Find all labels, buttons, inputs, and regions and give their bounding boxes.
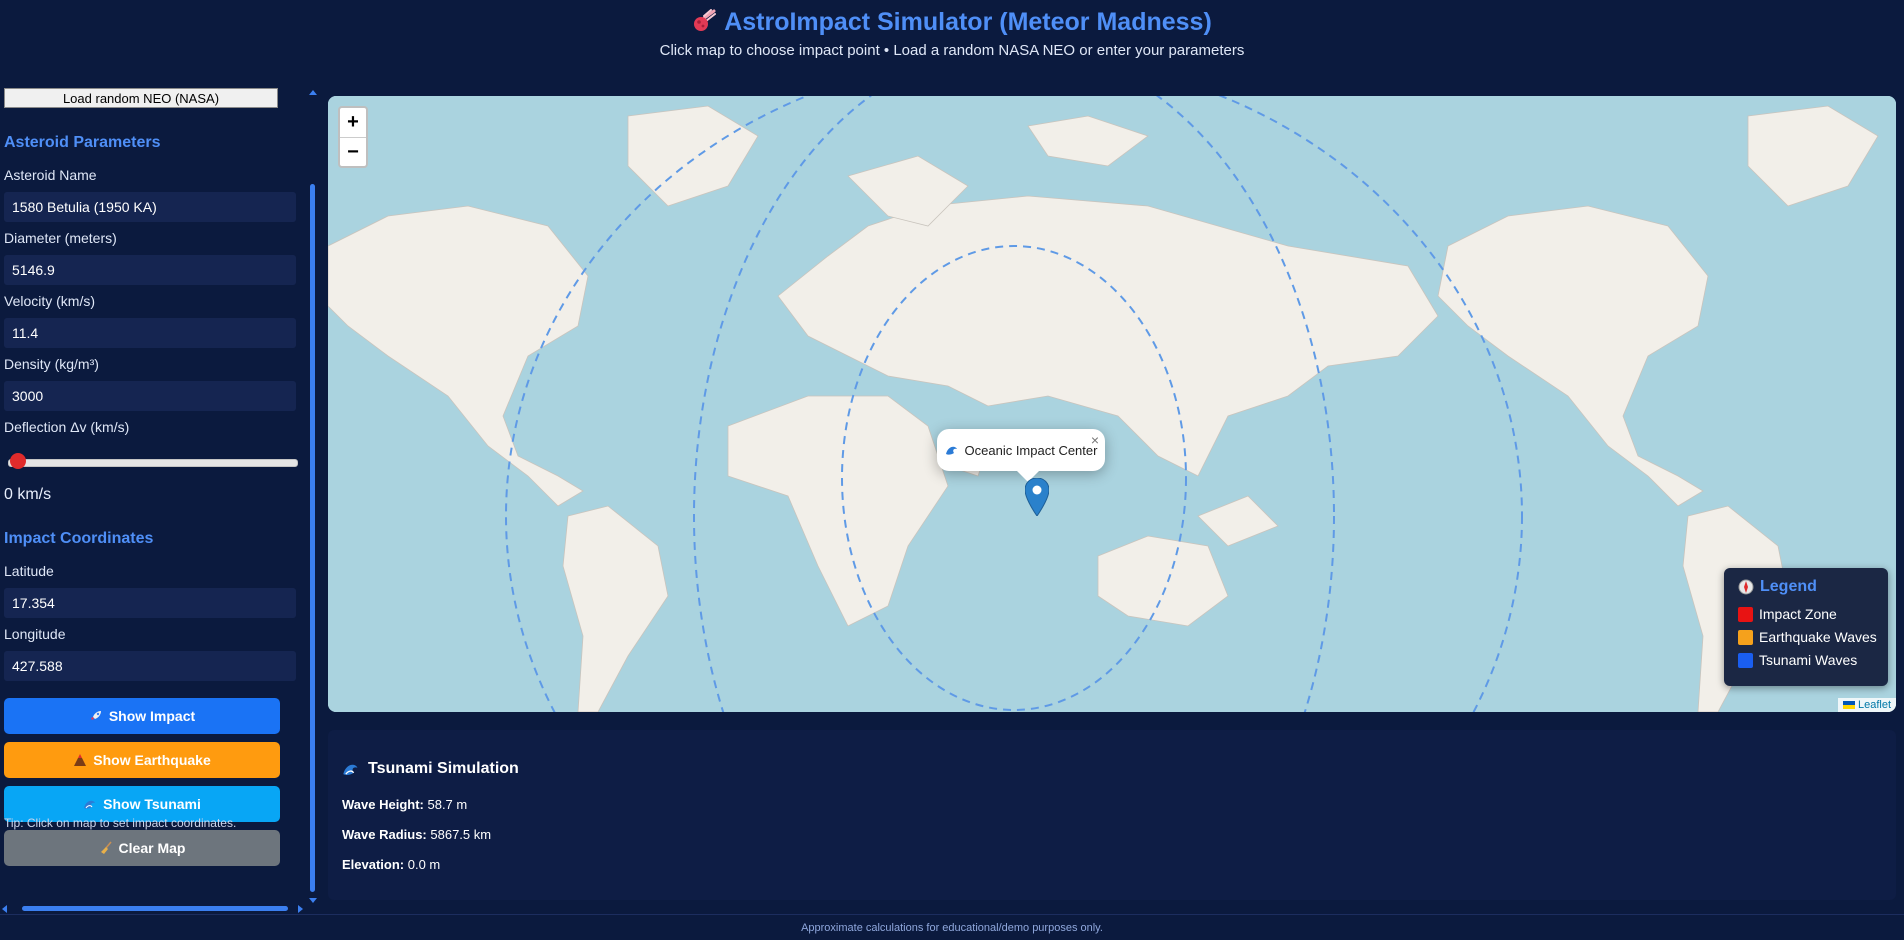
wave-icon [945, 446, 957, 455]
world-map-tiles[interactable] [328, 96, 1896, 712]
diameter-input[interactable]: 5146.9 [4, 255, 296, 285]
sidebar-horizontal-scrollbar[interactable] [0, 903, 308, 913]
clear-map-button[interactable]: Clear Map [4, 830, 280, 866]
show-earthquake-label: Show Earthquake [93, 752, 211, 768]
deflection-slider-thumb[interactable] [10, 453, 26, 469]
density-label: Density (kg/m³) [4, 356, 99, 372]
velocity-label: Velocity (km/s) [4, 293, 96, 309]
popup-close-button[interactable]: × [1091, 432, 1099, 448]
map-attribution[interactable]: Leaflet [1837, 698, 1896, 712]
wave-height-row: Wave Height: 58.7 m [342, 797, 467, 812]
results-title: Tsunami Simulation [342, 760, 519, 778]
wave-radius-row: Wave Radius: 5867.5 km [342, 827, 491, 842]
clear-map-label: Clear Map [118, 840, 186, 856]
elevation-row: Elevation: 0.0 m [342, 857, 440, 872]
popup-text: Oceanic Impact Center [964, 442, 1098, 458]
map-legend: Legend Impact Zone Earthquake Waves Tsun… [1724, 568, 1888, 686]
show-earthquake-button[interactable]: Show Earthquake [4, 742, 280, 778]
app-title-text: AstroImpact Simulator (Meteor Madness) [724, 8, 1212, 36]
deflection-slider-track[interactable] [8, 459, 298, 467]
velocity-input[interactable]: 11.4 [4, 318, 296, 348]
wave-radius-value: 5867.5 km [430, 827, 492, 842]
app-subtitle: Click map to choose impact point • Load … [659, 42, 1245, 59]
legend-title-text: Legend [1760, 578, 1817, 595]
show-tsunami-label: Show Tsunami [103, 796, 201, 812]
footer-note: Approximate calculations for educational… [801, 922, 1103, 934]
asteroid-parameters-heading: Asteroid Parameters [4, 134, 161, 151]
broom-icon [100, 841, 112, 854]
legend-item-impact-zone: Impact Zone [1738, 606, 1837, 622]
ukraine-flag-icon [1842, 701, 1855, 709]
scroll-up-arrow-icon[interactable] [309, 90, 317, 95]
latitude-label: Latitude [4, 563, 54, 579]
load-random-neo-button[interactable]: Load random NEO (NASA) [4, 88, 278, 108]
sidebar-vertical-scrollbar[interactable] [308, 88, 318, 904]
app-header: AstroImpact Simulator (Meteor Madness) C… [0, 0, 1904, 88]
wave-radius-label: Wave Radius: [342, 827, 427, 842]
zoom-in-button[interactable]: + [340, 108, 366, 138]
results-panel: Tsunami Simulation Wave Height: 58.7 m W… [328, 730, 1896, 900]
scroll-left-arrow-icon[interactable] [2, 905, 7, 913]
meteor-icon [694, 9, 717, 31]
asteroid-name-label: Asteroid Name [4, 167, 97, 183]
wave-height-label: Wave Height: [342, 797, 424, 812]
map-marker-icon[interactable] [1025, 478, 1049, 516]
longitude-input[interactable]: 427.588 [4, 651, 296, 681]
deflection-value: 0 km/s [4, 486, 52, 503]
footer-divider [0, 914, 1904, 915]
rocket-icon [90, 711, 101, 720]
leaflet-link[interactable]: Leaflet [1858, 699, 1891, 711]
show-impact-button[interactable]: Show Impact [4, 698, 280, 734]
legend-label-tsunami: Tsunami Waves [1759, 652, 1858, 668]
wave-icon [84, 800, 96, 809]
legend-label-earthquake: Earthquake Waves [1759, 629, 1877, 645]
asteroid-name-input[interactable]: 1580 Betulia (1950 KA) [4, 192, 296, 222]
wave-icon [343, 764, 358, 775]
vertical-scroll-thumb[interactable] [310, 184, 315, 892]
legend-swatch-tsunami [1738, 652, 1753, 668]
results-title-text: Tsunami Simulation [368, 760, 519, 777]
density-input[interactable]: 3000 [4, 381, 296, 411]
scroll-right-arrow-icon[interactable] [298, 905, 303, 913]
legend-item-earthquake-waves: Earthquake Waves [1738, 629, 1877, 645]
legend-label-impact: Impact Zone [1759, 606, 1837, 622]
show-impact-label: Show Impact [108, 708, 196, 724]
legend-title: Legend [1738, 578, 1817, 596]
elevation-value: 0.0 m [407, 857, 441, 872]
legend-swatch-impact [1738, 606, 1753, 622]
latitude-input[interactable]: 17.354 [4, 588, 296, 618]
impact-popup: Oceanic Impact Center × [937, 429, 1105, 471]
legend-swatch-earthquake [1738, 629, 1753, 645]
zoom-control: + − [338, 106, 368, 168]
legend-item-tsunami-waves: Tsunami Waves [1738, 652, 1857, 668]
sidebar: Load random NEO (NASA) Asteroid Paramete… [0, 88, 318, 913]
impact-coordinates-heading: Impact Coordinates [4, 530, 154, 547]
sidebar-tip: Tip: Click on map to set impact coordina… [4, 816, 237, 830]
zoom-out-button[interactable]: − [340, 138, 366, 167]
volcano-icon [74, 754, 87, 766]
app-title: AstroImpact Simulator (Meteor Madness) [0, 8, 1904, 37]
wave-height-value: 58.7 m [427, 797, 468, 812]
impact-map[interactable]: + − Oceanic Impact Center × Legend Impac… [328, 96, 1896, 712]
longitude-label: Longitude [4, 626, 66, 642]
deflection-label: Deflection Δv (km/s) [4, 419, 130, 435]
scroll-down-arrow-icon[interactable] [309, 898, 317, 903]
compass-icon [1738, 579, 1754, 595]
horizontal-scroll-thumb[interactable] [22, 906, 288, 911]
elevation-label: Elevation: [342, 857, 405, 872]
diameter-label: Diameter (meters) [4, 230, 117, 246]
